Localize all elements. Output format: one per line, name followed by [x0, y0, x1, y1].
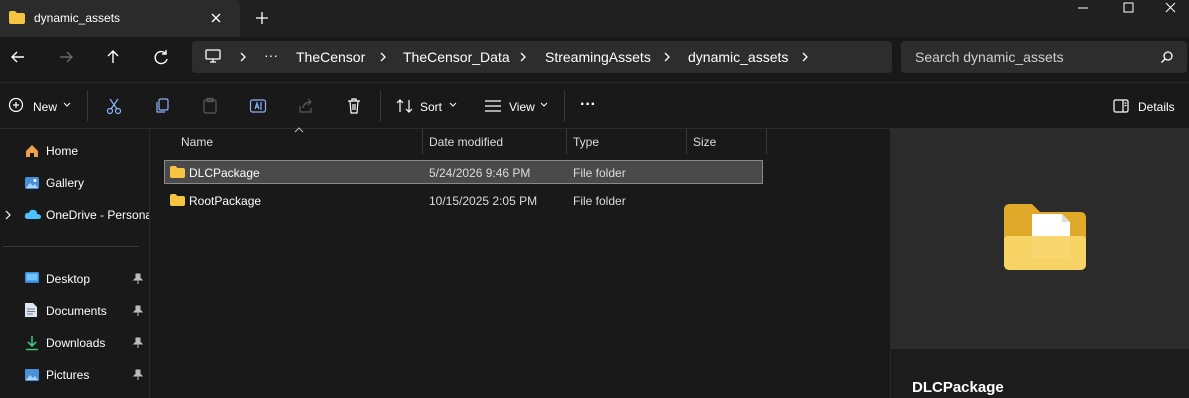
details-title: DLCPackage	[912, 379, 1004, 396]
new-button[interactable]: New	[33, 100, 57, 114]
details-button[interactable]: Details	[1138, 100, 1175, 114]
chevron-right-icon[interactable]	[4, 210, 12, 220]
column-divider[interactable]	[422, 129, 423, 154]
pin-icon[interactable]	[133, 369, 143, 381]
column-header-type[interactable]: Type	[573, 135, 599, 149]
large-folder-icon	[1002, 202, 1088, 272]
delete-icon[interactable]	[345, 97, 363, 115]
paste-icon[interactable]	[201, 97, 219, 115]
nav-item-gallery[interactable]: Gallery	[46, 176, 84, 190]
pin-icon[interactable]	[133, 273, 143, 285]
chevron-right-icon[interactable]	[800, 52, 810, 62]
column-header-size[interactable]: Size	[693, 135, 716, 149]
column-header-date[interactable]: Date modified	[429, 135, 503, 149]
breadcrumb-thecensor[interactable]: TheCensor	[296, 49, 365, 65]
maximize-button[interactable]	[1106, 0, 1152, 17]
chevron-right-icon[interactable]	[518, 52, 528, 62]
minimize-button[interactable]	[1060, 0, 1106, 17]
file-type: File folder	[573, 166, 626, 180]
navigation-pane	[0, 129, 150, 398]
divider	[564, 91, 565, 121]
back-button[interactable]	[6, 45, 30, 69]
home-icon	[24, 143, 40, 159]
pin-icon[interactable]	[133, 305, 143, 317]
tab-title: dynamic_assets	[34, 11, 121, 25]
folder-icon	[169, 193, 186, 207]
file-type: File folder	[573, 194, 626, 208]
rename-icon[interactable]	[249, 97, 267, 115]
onedrive-icon	[24, 208, 42, 220]
chevron-right-icon[interactable]	[662, 52, 672, 62]
divider	[87, 91, 88, 121]
folder-icon	[169, 165, 186, 179]
chevron-right-icon[interactable]	[378, 52, 388, 62]
breadcrumb-streamingassets[interactable]: StreamingAssets	[545, 49, 651, 65]
pictures-icon	[24, 367, 40, 383]
breadcrumb-more[interactable]: ···	[264, 47, 278, 63]
new-tab-button[interactable]	[254, 10, 270, 26]
search-placeholder: Search dynamic_assets	[915, 49, 1064, 65]
documents-icon	[24, 302, 38, 318]
nav-item-documents[interactable]: Documents	[46, 304, 107, 318]
file-name[interactable]: DLCPackage	[189, 166, 260, 180]
more-options-button[interactable]: ···	[580, 96, 596, 114]
sort-icon[interactable]	[396, 98, 414, 114]
search-icon[interactable]	[1160, 50, 1174, 64]
file-name[interactable]: RootPackage	[189, 194, 261, 208]
new-icon[interactable]	[8, 97, 24, 113]
chevron-down-icon[interactable]	[449, 102, 457, 108]
chevron-right-icon[interactable]	[238, 52, 248, 62]
desktop-icon	[24, 271, 40, 285]
folder-icon	[8, 10, 26, 25]
nav-item-home[interactable]: Home	[46, 144, 78, 158]
sort-ascending-icon	[294, 127, 304, 133]
view-button[interactable]: View	[509, 100, 535, 114]
this-pc-icon	[204, 48, 222, 64]
close-tab-icon[interactable]	[208, 10, 224, 26]
breadcrumb-thecensor-data[interactable]: TheCensor_Data	[403, 49, 510, 65]
nav-item-downloads[interactable]: Downloads	[46, 336, 105, 350]
divider	[380, 91, 381, 121]
cut-icon[interactable]	[105, 97, 123, 115]
gallery-icon	[24, 175, 40, 191]
chevron-down-icon[interactable]	[63, 102, 71, 108]
copy-icon[interactable]	[153, 97, 171, 115]
file-date: 10/15/2025 2:05 PM	[429, 194, 538, 208]
nav-item-onedrive[interactable]: OneDrive - Persona	[46, 208, 149, 222]
nav-item-pictures[interactable]: Pictures	[46, 368, 89, 382]
sort-button[interactable]: Sort	[420, 100, 442, 114]
close-button[interactable]	[1152, 0, 1189, 17]
column-divider[interactable]	[766, 129, 767, 154]
pin-icon[interactable]	[133, 337, 143, 349]
nav-divider	[3, 246, 139, 247]
column-divider[interactable]	[686, 129, 687, 154]
forward-button[interactable]	[54, 45, 78, 69]
details-pane-icon[interactable]	[1113, 99, 1129, 113]
column-header-name[interactable]: Name	[181, 135, 213, 149]
breadcrumb-dynamic-assets[interactable]: dynamic_assets	[688, 49, 788, 65]
chevron-down-icon[interactable]	[540, 102, 548, 108]
share-icon[interactable]	[297, 97, 315, 115]
up-button[interactable]	[101, 45, 125, 69]
view-icon[interactable]	[484, 99, 502, 113]
file-date: 5/24/2026 9:46 PM	[429, 166, 531, 180]
refresh-button[interactable]	[149, 45, 173, 69]
downloads-icon	[24, 335, 40, 351]
column-divider[interactable]	[566, 129, 567, 154]
nav-item-desktop[interactable]: Desktop	[46, 272, 90, 286]
